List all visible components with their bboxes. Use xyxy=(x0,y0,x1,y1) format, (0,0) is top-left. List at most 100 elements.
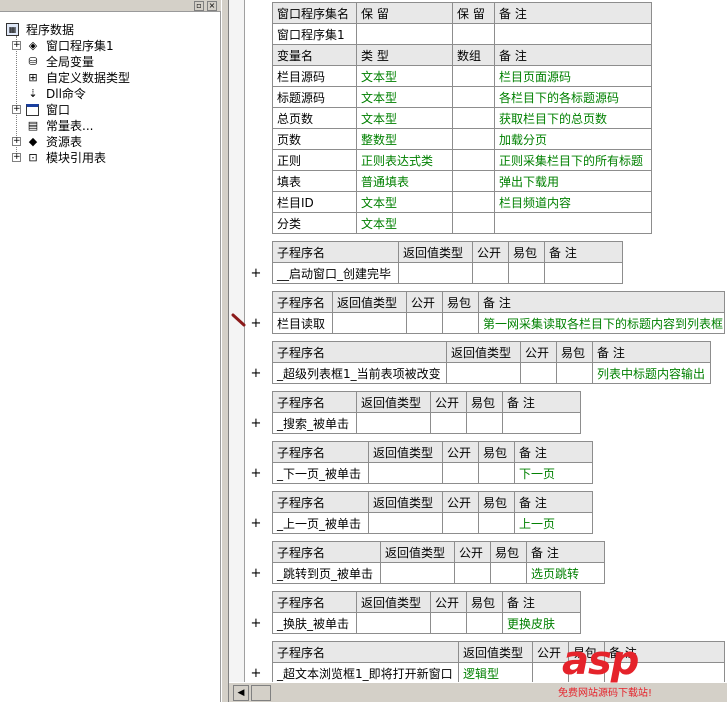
subprogram-row[interactable]: __启动窗口_创建完毕 xyxy=(272,262,623,284)
tree-item-module-refs[interactable]: + ⊡ 模块引用表 xyxy=(0,150,215,166)
var-array-cell[interactable] xyxy=(452,149,495,171)
scroll-left-icon[interactable]: ◀ xyxy=(233,685,249,701)
return-type-cell[interactable] xyxy=(332,312,407,334)
easy-pack-cell[interactable] xyxy=(442,312,479,334)
public-cell[interactable] xyxy=(442,512,479,534)
var-name-cell[interactable]: 栏目ID xyxy=(272,191,357,213)
subprogram-row[interactable]: 栏目读取 第一网采集读取各栏目下的标题内容到列表框 xyxy=(272,312,725,334)
var-type-cell[interactable]: 文本型 xyxy=(356,212,453,234)
variable-row[interactable]: 标题源码 文本型 各栏目下的各标题源码 xyxy=(272,86,652,108)
sub-name-cell[interactable]: _超级列表框1_当前表项被改变 xyxy=(272,362,447,384)
var-note-cell[interactable]: 栏目频道内容 xyxy=(494,191,652,213)
return-type-cell[interactable] xyxy=(398,262,473,284)
var-name-cell[interactable]: 总页数 xyxy=(272,107,357,129)
easy-pack-cell[interactable] xyxy=(478,462,515,484)
easy-pack-cell[interactable] xyxy=(508,262,545,284)
variable-row[interactable]: 正则 正则表达式类 正则采集栏目下的所有标题 xyxy=(272,149,652,171)
var-type-cell[interactable]: 普通填表 xyxy=(356,170,453,192)
easy-pack-cell[interactable] xyxy=(556,362,593,384)
sub-name-cell[interactable]: _跳转到页_被单击 xyxy=(272,562,381,584)
panel-splitter[interactable] xyxy=(221,0,229,702)
var-type-cell[interactable]: 整数型 xyxy=(356,128,453,150)
variable-row[interactable]: 页数 整数型 加载分页 xyxy=(272,128,652,150)
expand-subprogram-icon[interactable]: + xyxy=(250,467,262,481)
var-note-cell[interactable]: 弹出下载用 xyxy=(494,170,652,192)
var-array-cell[interactable] xyxy=(452,191,495,213)
tree-item-custom-types[interactable]: ⊞ 自定义数据类型 xyxy=(0,70,215,86)
variable-row[interactable]: 总页数 文本型 获取栏目下的总页数 xyxy=(272,107,652,129)
sub-name-cell[interactable]: _下一页_被单击 xyxy=(272,462,369,484)
sub-note-cell[interactable]: 更换皮肤 xyxy=(502,612,581,634)
public-cell[interactable] xyxy=(430,612,467,634)
note-cell[interactable] xyxy=(494,23,652,45)
sub-name-cell[interactable]: _超文本浏览框1_即将打开新窗口 xyxy=(272,662,459,684)
restore-icon[interactable]: ▫ xyxy=(194,1,204,11)
subprogram-row[interactable]: _上一页_被单击 上一页 xyxy=(272,512,593,534)
var-name-cell[interactable]: 正则 xyxy=(272,149,357,171)
easy-pack-cell[interactable] xyxy=(466,412,503,434)
subprogram-row[interactable]: _搜索_被单击 xyxy=(272,412,581,434)
public-cell[interactable] xyxy=(520,362,557,384)
subprogram-row[interactable]: _换肤_被单击 更换皮肤 xyxy=(272,612,581,634)
subprogram-row[interactable]: _跳转到页_被单击 选页跳转 xyxy=(272,562,605,584)
public-cell[interactable] xyxy=(454,562,491,584)
expand-subprogram-icon[interactable]: + xyxy=(250,267,262,281)
sub-note-cell[interactable]: 下一页 xyxy=(514,462,593,484)
sub-name-cell[interactable]: _换肤_被单击 xyxy=(272,612,357,634)
var-type-cell[interactable]: 文本型 xyxy=(356,107,453,129)
var-type-cell[interactable]: 文本型 xyxy=(356,191,453,213)
var-type-cell[interactable]: 文本型 xyxy=(356,86,453,108)
expand-subprogram-icon[interactable]: + xyxy=(250,667,262,681)
tree-item-resources[interactable]: + ◆ 资源表 xyxy=(0,134,215,150)
expand-icon[interactable]: + xyxy=(12,41,21,50)
sub-name-cell[interactable]: __启动窗口_创建完毕 xyxy=(272,262,399,284)
easy-pack-cell[interactable] xyxy=(466,612,503,634)
sub-name-cell[interactable]: _搜索_被单击 xyxy=(272,412,357,434)
expand-subprogram-icon[interactable]: + xyxy=(250,417,262,431)
return-type-cell[interactable] xyxy=(356,412,431,434)
reserved-cell[interactable] xyxy=(452,23,495,45)
subprogram-row[interactable]: _下一页_被单击 下一页 xyxy=(272,462,593,484)
easy-pack-cell[interactable] xyxy=(478,512,515,534)
assembly-name-cell[interactable]: 窗口程序集1 xyxy=(272,23,357,45)
var-name-cell[interactable]: 页数 xyxy=(272,128,357,150)
public-cell[interactable] xyxy=(472,262,509,284)
var-note-cell[interactable]: 栏目页面源码 xyxy=(494,65,652,87)
var-note-cell[interactable] xyxy=(494,212,652,234)
variable-row[interactable]: 填表 普通填表 弹出下载用 xyxy=(272,170,652,192)
return-type-cell[interactable] xyxy=(368,512,443,534)
sub-name-cell[interactable]: 栏目读取 xyxy=(272,312,333,334)
var-type-cell[interactable]: 正则表达式类 xyxy=(356,149,453,171)
reserved-cell[interactable] xyxy=(356,23,453,45)
expand-subprogram-icon[interactable]: + xyxy=(250,617,262,631)
var-array-cell[interactable] xyxy=(452,65,495,87)
var-array-cell[interactable] xyxy=(452,107,495,129)
sub-name-cell[interactable]: _上一页_被单击 xyxy=(272,512,369,534)
tree-item-global-vars[interactable]: ⛁ 全局变量 xyxy=(0,54,215,70)
tree-item-window[interactable]: + 窗口 xyxy=(0,102,215,118)
var-note-cell[interactable]: 正则采集栏目下的所有标题 xyxy=(494,149,652,171)
tree-item-dll[interactable]: ⇣ Dll命令 xyxy=(0,86,215,102)
expand-icon[interactable]: + xyxy=(12,137,21,146)
var-note-cell[interactable]: 获取栏目下的总页数 xyxy=(494,107,652,129)
sub-note-cell[interactable]: 上一页 xyxy=(514,512,593,534)
sub-note-cell[interactable]: 选页跳转 xyxy=(526,562,605,584)
return-type-cell[interactable] xyxy=(380,562,455,584)
expand-subprogram-icon[interactable]: + xyxy=(250,517,262,531)
sub-note-cell[interactable] xyxy=(544,262,623,284)
var-name-cell[interactable]: 填表 xyxy=(272,170,357,192)
expand-icon[interactable]: + xyxy=(12,105,21,114)
expand-icon[interactable]: + xyxy=(12,153,21,162)
var-name-cell[interactable]: 标题源码 xyxy=(272,86,357,108)
tree-item-constants[interactable]: ▤ 常量表... xyxy=(0,118,215,134)
var-note-cell[interactable]: 各栏目下的各标题源码 xyxy=(494,86,652,108)
public-cell[interactable] xyxy=(442,462,479,484)
var-array-cell[interactable] xyxy=(452,212,495,234)
var-array-cell[interactable] xyxy=(452,128,495,150)
expand-subprogram-icon[interactable]: + xyxy=(250,317,262,331)
var-array-cell[interactable] xyxy=(452,86,495,108)
var-note-cell[interactable]: 加载分页 xyxy=(494,128,652,150)
expand-subprogram-icon[interactable]: + xyxy=(250,567,262,581)
sub-note-cell[interactable]: 第一网采集读取各栏目下的标题内容到列表框 xyxy=(478,312,725,334)
subprogram-row[interactable]: _超级列表框1_当前表项被改变 列表中标题内容输出 xyxy=(272,362,711,384)
